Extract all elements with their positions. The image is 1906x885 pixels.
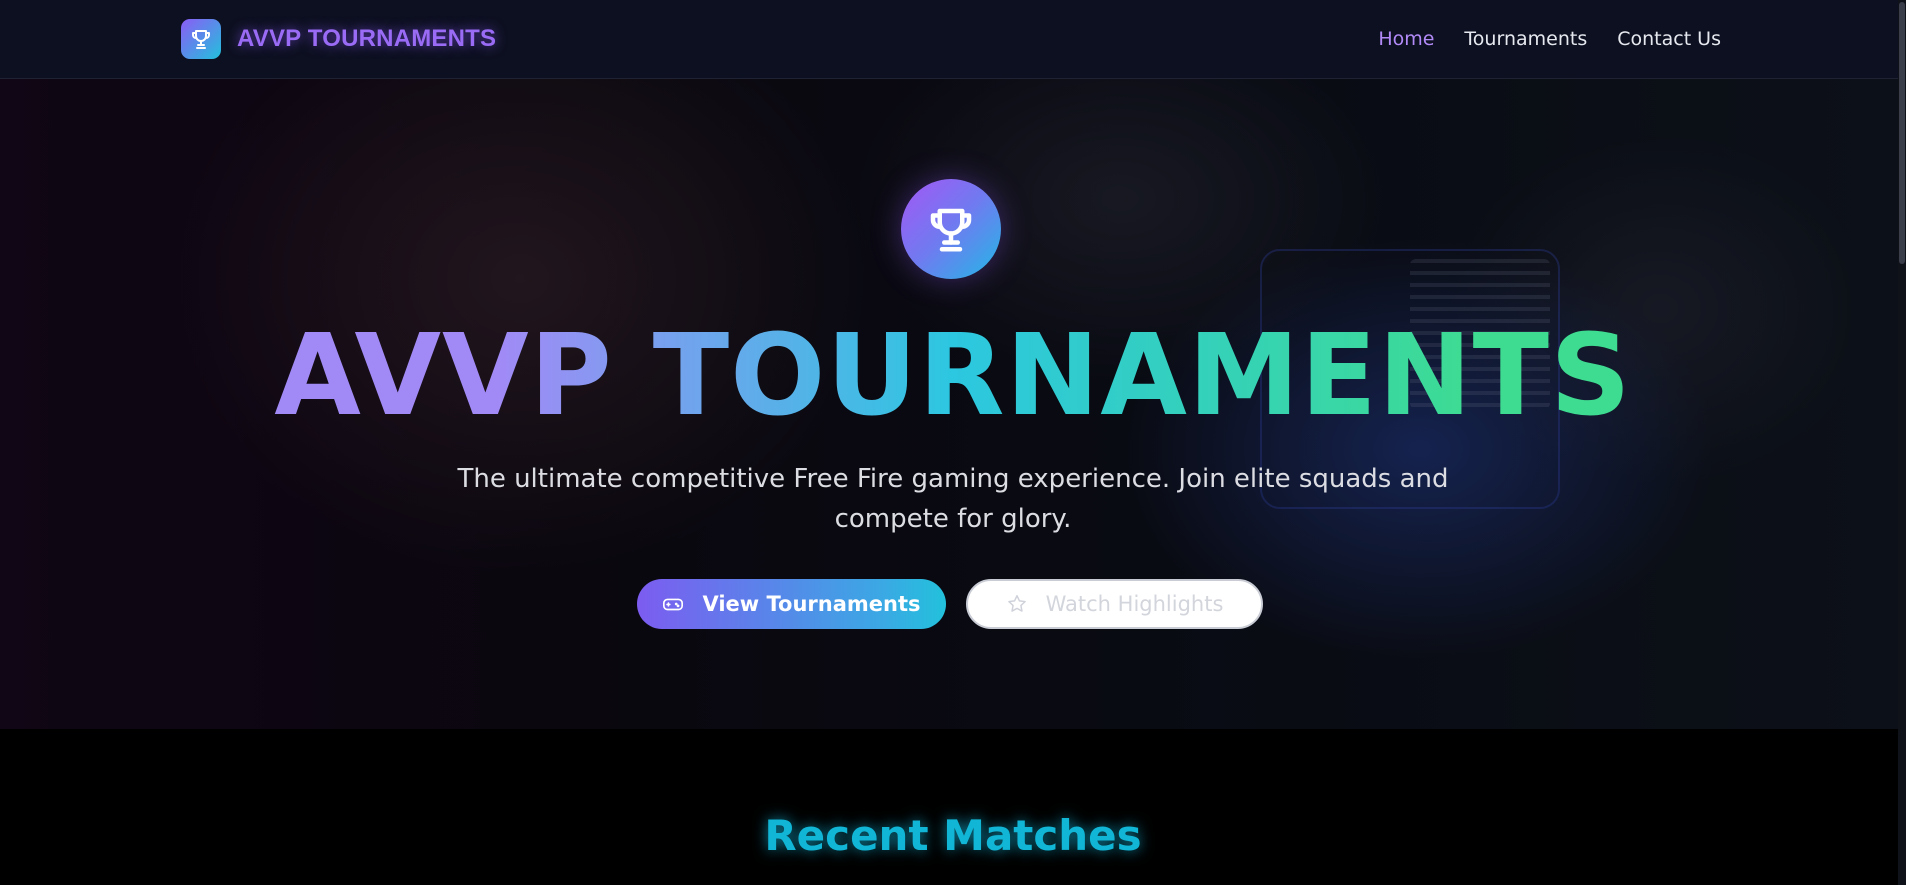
watch-highlights-button[interactable]: Watch Highlights [966,579,1263,629]
page-scrollbar[interactable] [1898,0,1906,885]
gamepad-icon [663,598,684,611]
view-tournaments-button[interactable]: View Tournaments [637,579,946,629]
hero-section: AVVP TOURNAMENTS The ultimate competitiv… [0,79,1906,729]
hero-subtitle: The ultimate competitive Free Fire gamin… [457,464,1449,534]
nav-link-home[interactable]: Home [1378,28,1434,50]
nav-link-tournaments[interactable]: Tournaments [1464,28,1587,50]
hero-title: AVVP TOURNAMENTS [0,309,1906,443]
star-icon [1007,595,1026,612]
view-tournaments-label: View Tournaments [702,592,921,616]
trophy-icon [930,208,972,252]
watch-highlights-label: Watch Highlights [1045,592,1224,616]
scrollbar-thumb[interactable] [1899,2,1905,264]
recent-matches-section: Recent Matches [0,729,1906,885]
brand-logo [181,19,221,59]
brand[interactable]: AVVP TOURNAMENTS [181,19,496,59]
nav-links: Home Tournaments Contact Us [1378,28,1721,50]
brand-name: AVVP TOURNAMENTS [237,25,497,52]
hero-trophy-badge [901,179,1001,279]
trophy-icon [192,30,210,49]
top-navbar: AVVP TOURNAMENTS Home Tournaments Contac… [0,0,1906,79]
recent-matches-title: Recent Matches [764,811,1142,860]
nav-link-contact-us[interactable]: Contact Us [1617,28,1721,50]
